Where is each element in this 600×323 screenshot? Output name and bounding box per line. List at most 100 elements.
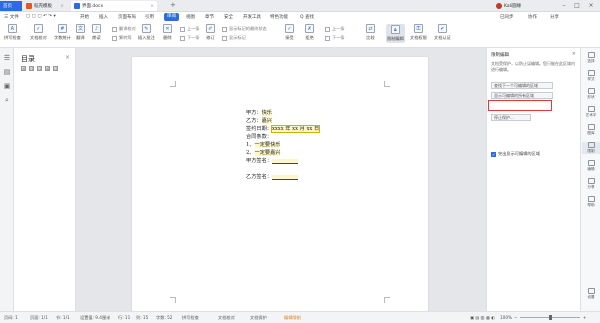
- collab-button[interactable]: 协作: [528, 14, 537, 20]
- minimize-icon[interactable]: –: [560, 2, 568, 10]
- show-markup-button[interactable]: 显示标记: [222, 35, 246, 41]
- menu-review[interactable]: 审阅: [164, 13, 179, 21]
- help-tool[interactable]: 帮助: [582, 196, 600, 208]
- word-count-button[interactable]: # 字数统计: [54, 24, 71, 41]
- thumbnail-icon[interactable]: ▣: [3, 82, 11, 90]
- line-value[interactable]: 一定要嘉兴: [254, 150, 281, 156]
- menu-security[interactable]: 安全: [224, 14, 233, 20]
- prev-comment-button[interactable]: 上一条: [180, 26, 200, 32]
- menu-developer[interactable]: 开发工具: [243, 14, 261, 20]
- margin-mark: [384, 81, 390, 87]
- menu-features[interactable]: 特色功能: [270, 14, 288, 20]
- spell-check-button[interactable]: A 拼写检查: [4, 24, 21, 41]
- style-tool[interactable]: 样式: [582, 70, 600, 82]
- wordart-tool[interactable]: 艺术字: [582, 106, 600, 118]
- zoom-slider-handle[interactable]: [549, 315, 552, 320]
- toc-settings-icon[interactable]: ⊡: [53, 66, 58, 71]
- close-icon[interactable]: ×: [65, 54, 70, 61]
- trad-simp-button[interactable]: 繁转简: [112, 35, 132, 41]
- avatar[interactable]: [496, 3, 502, 9]
- line-value[interactable]: 快乐: [261, 110, 272, 116]
- prev-change-button[interactable]: 上一条: [325, 26, 345, 32]
- title-bar: 首页 稻壳模板 × 界面.docx × + Kali圆缘 – □ ×: [0, 0, 600, 12]
- status-restrict-mode[interactable]: 编辑限制: [284, 315, 301, 321]
- settings-tool[interactable]: 设置: [582, 288, 600, 300]
- gallery-tool[interactable]: 图库: [582, 124, 600, 136]
- markup-view-select[interactable]: 显示标记的最终状态: [222, 26, 267, 32]
- share-button[interactable]: 分享: [550, 14, 559, 20]
- next-change-button[interactable]: 下一条: [325, 35, 345, 41]
- quick-access-icons[interactable]: ▢ ▢ ▢ ↶ ↷ ▾: [26, 14, 56, 19]
- edit-tool[interactable]: 编辑: [582, 160, 600, 172]
- reject-button[interactable]: ✗ 拒绝: [305, 24, 314, 41]
- highlight-regions-checkbox[interactable]: ✓ 突出显示可编辑的区域: [491, 151, 540, 157]
- shape-tool[interactable]: 形状: [582, 88, 600, 100]
- tab-home[interactable]: 首页: [0, 1, 22, 11]
- line-label: 乙方：: [246, 118, 262, 124]
- toc-expand-icon[interactable]: ⊞: [21, 66, 26, 71]
- share-label: 分享: [587, 185, 595, 189]
- menu-view[interactable]: 视图: [186, 14, 195, 20]
- zoom-in-button[interactable]: +: [583, 315, 587, 320]
- find-icon[interactable]: ⌕: [3, 96, 11, 104]
- permission-icon: ⚿: [413, 24, 423, 33]
- next-comment-button[interactable]: 下一条: [180, 35, 200, 41]
- checkbox-label: 突出显示可编辑的区域: [498, 151, 540, 156]
- track-changes-button[interactable]: ✐ 修订: [206, 24, 215, 41]
- status-protect[interactable]: 文档保护: [250, 315, 267, 321]
- status-words[interactable]: 字数: 52: [156, 315, 172, 321]
- new-tab-button[interactable]: +: [170, 1, 176, 9]
- delete-comment-button[interactable]: ✕ 删除: [163, 24, 172, 41]
- select-tool[interactable]: 选择: [582, 52, 600, 64]
- toc-icon[interactable]: ☰: [3, 54, 11, 62]
- restrict-tool[interactable]: 限制: [582, 142, 600, 154]
- zoom-level[interactable]: 100%: [500, 315, 512, 320]
- toc-collapse-icon[interactable]: ⊟: [29, 66, 34, 71]
- document-page[interactable]: 甲方：快乐 乙方：嘉兴 签约日期：xxxx 年 xx 月 xx 日 合同条款： …: [132, 57, 428, 313]
- line-value[interactable]: 嘉兴: [261, 118, 272, 124]
- tab-document[interactable]: 界面.docx ×: [71, 1, 157, 11]
- find-next-region-button[interactable]: 查找下一个可编辑的区域: [491, 82, 553, 89]
- toc-add-icon[interactable]: ⊞: [45, 66, 50, 71]
- accept-button[interactable]: ✓ 接受: [285, 24, 294, 41]
- toc-level-icon[interactable]: ⊡: [37, 66, 42, 71]
- menu-file[interactable]: 三 文件: [4, 14, 19, 20]
- tab-docer-templates[interactable]: 稻壳模板 ×: [23, 1, 67, 11]
- zoom-out-button[interactable]: −: [514, 315, 518, 320]
- menu-references[interactable]: 引用: [145, 14, 154, 20]
- bookmark-icon[interactable]: ▤: [3, 68, 11, 76]
- close-icon[interactable]: ×: [60, 4, 64, 9]
- stop-protection-button[interactable]: 停止保护...: [491, 114, 531, 121]
- translate-button[interactable]: 文翻译: [76, 24, 85, 41]
- read-aloud-button[interactable]: ♪ 朗读: [92, 24, 101, 41]
- maximize-icon[interactable]: □: [573, 2, 581, 10]
- signature-field[interactable]: [271, 159, 298, 164]
- checkbox-checked-icon[interactable]: ✓: [491, 151, 496, 157]
- insert-comment-label: 插入批注: [138, 35, 155, 40]
- compare-button[interactable]: ⇄ 比较: [366, 24, 375, 41]
- status-proof[interactable]: 文档校对: [218, 315, 235, 321]
- share-tool[interactable]: 分享: [582, 178, 600, 190]
- insert-comment-button[interactable]: ✎ 插入批注: [138, 24, 155, 41]
- close-icon[interactable]: ×: [150, 4, 154, 9]
- restrict-editing-button[interactable]: 🔒︎ 限制编辑: [386, 24, 405, 43]
- close-window-icon[interactable]: ×: [587, 2, 595, 10]
- search-box[interactable]: Q 查找: [300, 14, 314, 20]
- view-mode-icons[interactable]: ▣ ▤ ▥ ▦ ◐: [470, 315, 495, 320]
- menu-insert[interactable]: 插入: [99, 14, 108, 20]
- translate-proof-button[interactable]: 翻译校对: [112, 26, 136, 32]
- close-icon[interactable]: ×: [572, 51, 576, 57]
- show-all-regions-button[interactable]: 显示可编辑的所有区域: [491, 92, 553, 99]
- menu-home[interactable]: 开始: [80, 14, 89, 20]
- sync-status[interactable]: 已同步: [500, 14, 514, 20]
- menu-page-layout[interactable]: 页面布局: [118, 14, 136, 20]
- doc-proof-button[interactable]: ✓ 文档校对: [30, 24, 47, 41]
- doc-permission-button[interactable]: ⚿ 文档权限: [410, 24, 427, 41]
- signature-field[interactable]: [271, 175, 298, 180]
- menu-sections[interactable]: 章节: [205, 14, 214, 20]
- line-value[interactable]: 一定要快乐: [254, 142, 281, 148]
- editable-date-field[interactable]: xxxx 年 xx 月 xx 日: [270, 125, 321, 133]
- doc-certify-button[interactable]: ✔ 文档认证: [434, 24, 451, 41]
- user-name[interactable]: Kali圆缘: [504, 3, 521, 9]
- status-spell-check[interactable]: 拼写检查: [182, 315, 199, 321]
